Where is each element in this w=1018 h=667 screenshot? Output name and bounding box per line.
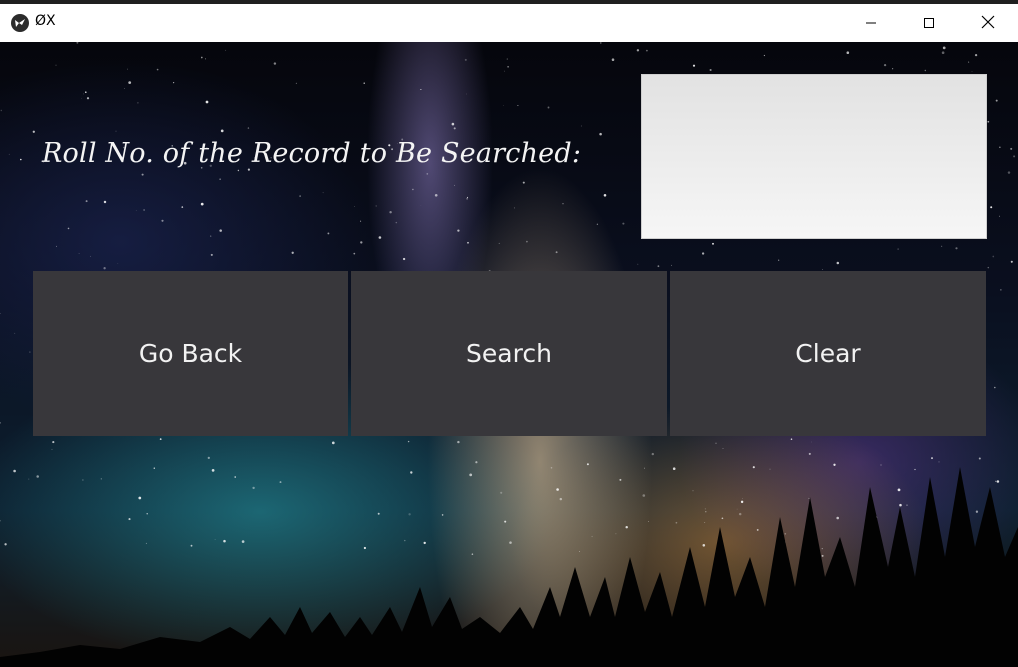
minimize-icon bbox=[865, 14, 877, 33]
search-button[interactable]: Search bbox=[351, 271, 667, 436]
maximize-icon bbox=[923, 14, 935, 33]
tree-silhouette bbox=[0, 467, 1018, 667]
go-back-button[interactable]: Go Back bbox=[33, 271, 348, 436]
app-window: ØX Roll No. of the Record to Be Searched… bbox=[0, 0, 1018, 667]
roll-number-input[interactable] bbox=[641, 74, 987, 239]
roll-number-label: Roll No. of the Record to Be Searched: bbox=[42, 138, 582, 169]
maximize-button[interactable] bbox=[900, 4, 958, 42]
title-bar[interactable]: ØX bbox=[0, 0, 1018, 42]
close-button[interactable] bbox=[959, 4, 1017, 42]
kivy-app-icon bbox=[11, 14, 29, 32]
close-icon bbox=[981, 14, 995, 33]
clear-button[interactable]: Clear bbox=[670, 271, 986, 436]
minimize-button[interactable] bbox=[842, 4, 900, 42]
window-title: ØX bbox=[35, 13, 56, 29]
